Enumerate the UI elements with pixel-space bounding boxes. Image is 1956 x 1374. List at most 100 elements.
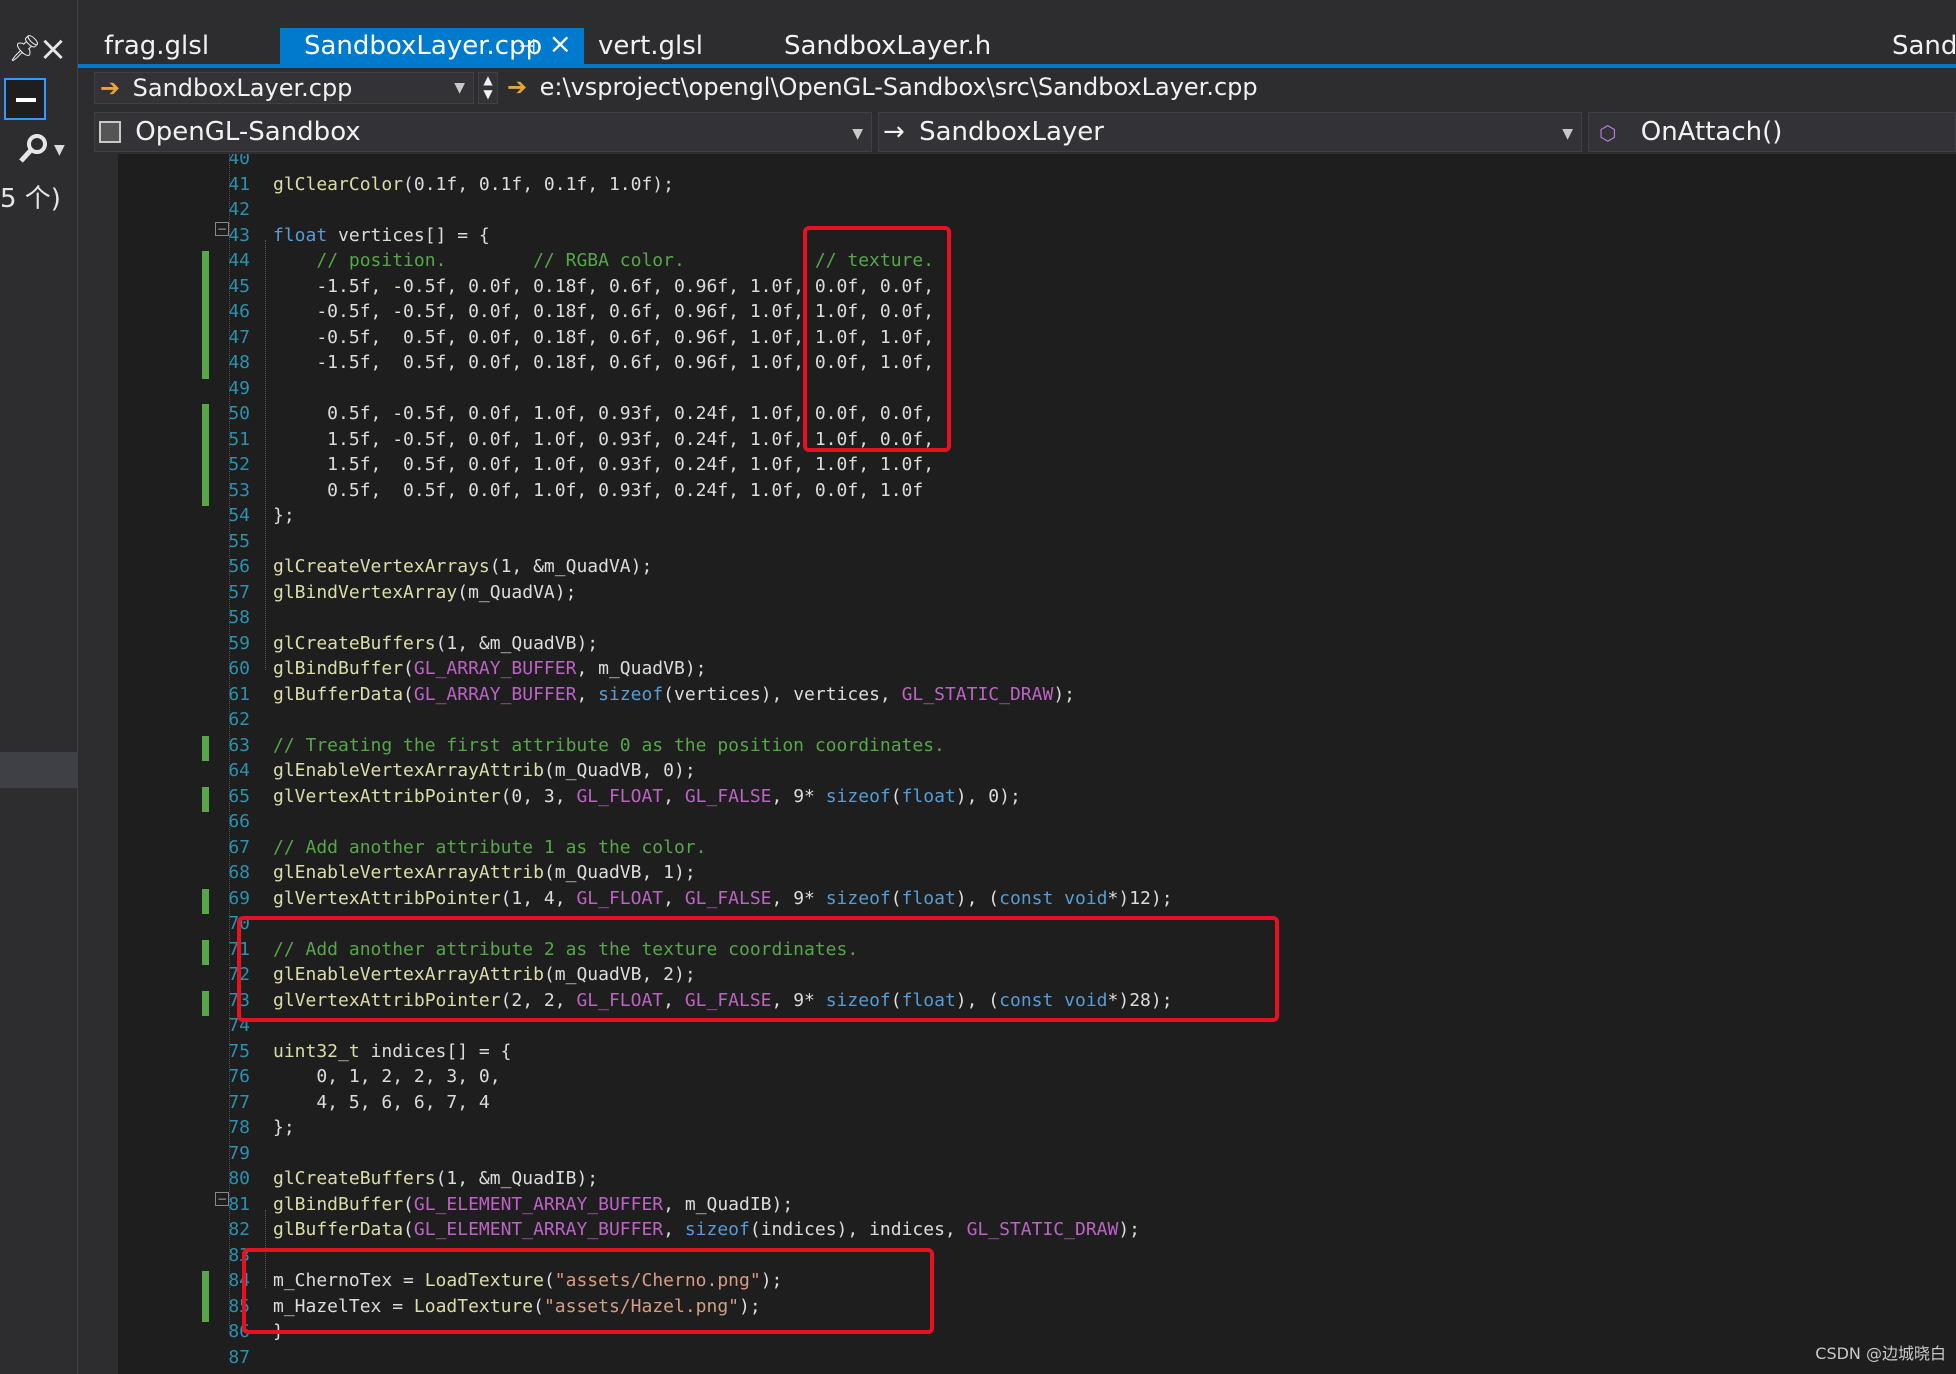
file-dropdown[interactable]: ➔ SandboxLayer.cpp ▼ (94, 72, 474, 104)
code-line[interactable]: // Treating the first attribute 0 as the… (273, 735, 945, 756)
code-line[interactable]: glCreateBuffers(1, &m_QuadVB); (273, 633, 598, 654)
change-marker (202, 429, 209, 455)
code-line[interactable]: } (273, 1321, 284, 1342)
line-number: 61 (228, 683, 250, 705)
line-number: 40 (228, 154, 250, 169)
line-number: 60 (228, 658, 250, 679)
member-dropdown[interactable]: ⬡ OnAttach() (1588, 112, 1956, 152)
line-number: 46 (228, 301, 250, 322)
navigation-bar: OpenGL-Sandbox ▼ → SandboxLayer ▼ ⬡ OnAt… (78, 108, 1956, 154)
tab-label: SandboxLayer.cpp (304, 31, 543, 61)
line-number: 76 (228, 1066, 250, 1087)
file-path: ➔ e:\vsproject\opengl\OpenGL-Sandbox\src… (502, 72, 1952, 104)
close-icon[interactable]: × (38, 32, 68, 66)
code-line[interactable]: glVertexAttribPointer(2, 2, GL_FLOAT, GL… (273, 990, 1173, 1011)
chevron-down-icon: ▼ (852, 126, 863, 142)
code-line[interactable]: }; (273, 1117, 295, 1138)
code-line[interactable]: glCreateVertexArrays(1, &m_QuadVA); (273, 556, 652, 577)
code-line[interactable]: glCreateBuffers(1, &m_QuadIB); (273, 1168, 598, 1189)
line-number: 72 (228, 964, 250, 985)
line-number: 56 (228, 556, 250, 577)
line-number: 42 (228, 199, 250, 220)
change-marker (202, 327, 209, 353)
code-editor[interactable]: 40 41 glClearColor(0.1f, 0.1f, 0.1f, 1.0f)… (78, 154, 1956, 1374)
code-line[interactable]: }; (273, 505, 295, 526)
code-line[interactable]: -0.5f, 0.5f, 0.0f, 0.18f, 0.6f, 0.96f, 1… (273, 327, 934, 348)
change-marker (202, 455, 209, 481)
arrow-right-icon: ➔ (99, 74, 121, 102)
tab-sandboxlayer-h[interactable]: SandboxLayer.h (760, 28, 1060, 64)
collapse-all-button[interactable] (4, 78, 46, 120)
file-path-text: e:\vsproject\opengl\OpenGL-Sandbox\src\S… (539, 73, 1258, 101)
collapse-toggle[interactable]: − (215, 1192, 229, 1206)
class-name: SandboxLayer (919, 117, 1104, 147)
search-icon[interactable] (16, 130, 52, 166)
tab-overflow[interactable]: Sand (1884, 28, 1956, 64)
code-line[interactable]: // position. // RGBA color. // texture. (273, 250, 934, 271)
change-marker (202, 735, 209, 761)
arrow-right-icon: → (883, 117, 905, 147)
code-line[interactable]: glBufferData(GL_ELEMENT_ARRAY_BUFFER, si… (273, 1219, 1140, 1240)
change-marker (202, 251, 209, 277)
line-number: 41 (228, 173, 250, 195)
pin-icon[interactable]: 📌︎ (8, 34, 41, 64)
code-line[interactable]: m_HazelTex = LoadTexture("assets/Hazel.p… (273, 1296, 761, 1317)
change-marker (202, 939, 209, 965)
tab-vert-glsl[interactable]: vert.glsl (574, 28, 774, 64)
code-line[interactable]: -1.5f, 0.5f, 0.0f, 0.18f, 0.6f, 0.96f, 1… (273, 352, 934, 373)
code-line[interactable]: // Add another attribute 1 as the color. (273, 837, 706, 858)
code-line[interactable]: float vertices[] = { (273, 225, 490, 246)
pin-icon[interactable]: ⊣ (519, 28, 536, 64)
code-line[interactable]: glVertexAttribPointer(0, 3, GL_FLOAT, GL… (273, 786, 1021, 807)
code-line[interactable]: // Add another attribute 2 as the textur… (273, 939, 858, 960)
scroll-spinner[interactable]: ▲ ▼ (478, 72, 498, 104)
class-dropdown[interactable]: → SandboxLayer ▼ (878, 112, 1582, 152)
line-number: 45 (228, 275, 250, 297)
tab-sandboxlayer-cpp[interactable]: SandboxLayer.cpp ⊣ × (280, 26, 584, 64)
selected-row[interactable] (0, 752, 77, 788)
code-line[interactable]: glEnableVertexArrayAttrib(m_QuadVB, 2); (273, 964, 696, 985)
line-number: 79 (228, 1142, 250, 1164)
line-number: 57 (228, 581, 250, 603)
collapse-toggle[interactable]: − (215, 222, 229, 236)
tab-label: SandboxLayer.h (784, 31, 992, 61)
line-number: 73 (228, 989, 250, 1011)
code-line[interactable]: 1.5f, 0.5f, 0.0f, 1.0f, 0.93f, 0.24f, 1.… (273, 454, 934, 475)
code-line[interactable]: glVertexAttribPointer(1, 4, GL_FLOAT, GL… (273, 888, 1173, 909)
code-line[interactable]: 0.5f, 0.5f, 0.0f, 1.0f, 0.93f, 0.24f, 1.… (273, 480, 923, 501)
code-line[interactable]: m_ChernoTex = LoadTexture("assets/Cherno… (273, 1270, 782, 1291)
code-line[interactable]: glBufferData(GL_ARRAY_BUFFER, sizeof(ver… (273, 684, 1075, 705)
change-marker (202, 786, 209, 812)
line-number: 71 (228, 938, 250, 960)
close-icon[interactable]: × (549, 26, 572, 62)
code-line[interactable]: 1.5f, -0.5f, 0.0f, 1.0f, 0.93f, 0.24f, 1… (273, 429, 934, 450)
line-number: 50 (228, 403, 250, 424)
outline-guide (229, 154, 230, 1334)
chevron-down-icon[interactable]: ▼ (54, 142, 65, 158)
code-line[interactable]: 4, 5, 6, 6, 7, 4 (273, 1092, 489, 1113)
code-line[interactable]: uint32_t indices[] = { (273, 1041, 511, 1062)
code-line[interactable]: glEnableVertexArrayAttrib(m_QuadVB, 0); (273, 760, 696, 781)
code-line[interactable]: -1.5f, -0.5f, 0.0f, 0.18f, 0.6f, 0.96f, … (273, 276, 934, 297)
tab-frag-glsl[interactable]: frag.glsl (80, 28, 280, 64)
editor-margin (78, 154, 118, 1374)
line-number: 86 (228, 1321, 250, 1342)
line-number: 78 (228, 1117, 250, 1138)
watermark: CSDN @边城晓白 (1815, 1344, 1946, 1363)
code-line[interactable]: glBindVertexArray(m_QuadVA); (273, 582, 576, 603)
line-number: 48 (228, 352, 250, 373)
left-tool-panel: 📌︎ × ▼ 5 个) (0, 0, 78, 1374)
code-line[interactable]: 0, 1, 2, 2, 3, 0, (273, 1066, 500, 1087)
line-number: 77 (228, 1091, 250, 1113)
change-marker (202, 404, 209, 430)
line-number: 65 (228, 785, 250, 807)
project-dropdown[interactable]: OpenGL-Sandbox ▼ (94, 112, 872, 152)
code-line[interactable]: -0.5f, -0.5f, 0.0f, 0.18f, 0.6f, 0.96f, … (273, 301, 934, 322)
line-number: 47 (228, 326, 250, 348)
code-line[interactable]: glEnableVertexArrayAttrib(m_QuadVB, 1); (273, 862, 696, 883)
code-line[interactable]: glBindBuffer(GL_ELEMENT_ARRAY_BUFFER, m_… (273, 1194, 793, 1215)
code-line[interactable]: glBindBuffer(GL_ARRAY_BUFFER, m_QuadVB); (273, 658, 707, 679)
line-number: 54 (228, 505, 250, 526)
code-line[interactable]: glClearColor(0.1f, 0.1f, 0.1f, 1.0f); (273, 174, 674, 195)
code-line[interactable]: 0.5f, -0.5f, 0.0f, 1.0f, 0.93f, 0.24f, 1… (273, 403, 934, 424)
